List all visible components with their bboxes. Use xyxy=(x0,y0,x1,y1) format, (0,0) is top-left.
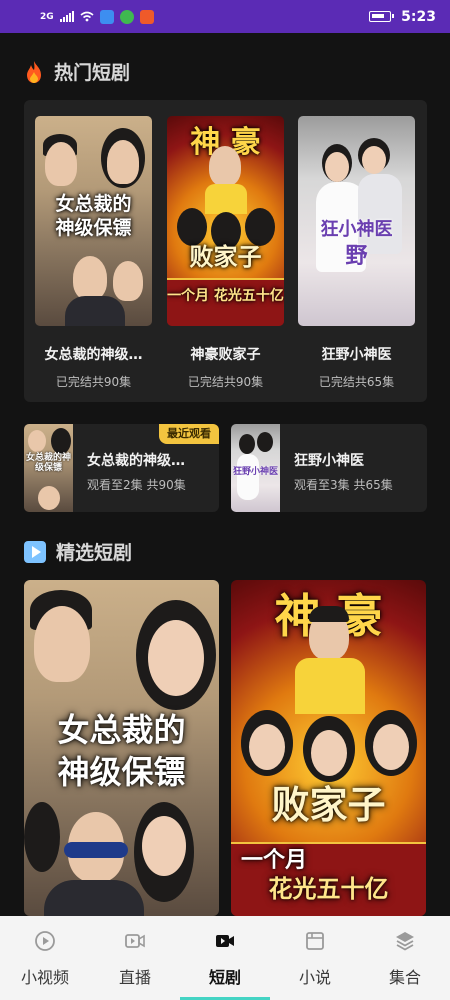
poster-title-line2: 败家子 xyxy=(189,243,262,271)
nav-label: 小视频 xyxy=(20,968,69,987)
bottom-navigation: 小视频 直播 短剧 小说 集合 xyxy=(0,916,450,1000)
nav-item-short-video[interactable]: 小视频 xyxy=(0,916,90,1000)
poster-title-line1: 狂小神医 xyxy=(320,219,393,240)
signal-icon xyxy=(59,11,74,22)
wechat-icon xyxy=(119,9,134,24)
poster-subtitle: 一个月 花光五十亿 xyxy=(167,288,284,304)
drama-name[interactable]: 狂野小神医 xyxy=(298,344,415,364)
featured-poster-title-line1: 女总裁的 xyxy=(57,711,186,749)
recent-thumbnail[interactable]: 狂野小神医 xyxy=(231,424,280,512)
hot-drama-card[interactable]: 女总裁的 神级保镖 女总裁的神级… 已完结共90集 xyxy=(35,116,152,390)
thumbnail-title: 女总裁的神级保镖 xyxy=(25,453,71,473)
network-type: 2G xyxy=(40,11,54,22)
shield-app-icon xyxy=(99,9,114,24)
poster-figure xyxy=(249,724,285,770)
poster-figure xyxy=(205,184,247,214)
poster-title-line2: 神级保镖 xyxy=(55,217,132,239)
nav-item-short-drama[interactable]: 短剧 xyxy=(180,916,270,1000)
poster-figure xyxy=(148,620,204,696)
battery-icon xyxy=(369,11,395,22)
hot-drama-card[interactable]: 狂小神医 野 狂野小神医 已完结共65集 xyxy=(298,116,415,390)
short-drama-icon xyxy=(216,935,234,947)
book-icon xyxy=(306,932,324,950)
poster-figure xyxy=(325,152,349,182)
poster-figure xyxy=(64,842,128,858)
app-notification-icon xyxy=(139,9,154,24)
poster-figure xyxy=(34,606,90,682)
recent-watch-card[interactable]: 女总裁的神级保镖 女总裁的神级… 观看至2集 共90集 最近观看 xyxy=(24,424,219,512)
drama-poster[interactable]: 狂小神医 野 xyxy=(298,116,415,326)
poster-figure xyxy=(209,146,241,186)
recent-drama-name[interactable]: 狂野小神医 xyxy=(294,450,364,470)
nav-label: 短剧 xyxy=(208,968,241,987)
poster-figure xyxy=(107,140,139,184)
featured-poster-subtitle2: 花光五十亿 xyxy=(268,875,389,903)
drama-poster[interactable]: 神 豪 败家子 一个月 花光五十亿 xyxy=(167,116,284,326)
drama-name[interactable]: 女总裁的神级… xyxy=(35,344,152,364)
poster-figure xyxy=(362,146,386,174)
poster-figure xyxy=(73,256,107,300)
poster-title-line1: 女总裁的 xyxy=(55,193,132,215)
recent-watch-card[interactable]: 狂野小神医 狂野小神医 观看至3集 共65集 xyxy=(231,424,427,512)
featured-section-header: 精选短剧 xyxy=(24,538,132,565)
poster-figure xyxy=(245,208,275,246)
poster-figure xyxy=(51,428,71,454)
nav-item-novel[interactable]: 小说 xyxy=(270,916,360,1000)
thumbnail-title: 狂野小神医 xyxy=(232,467,278,477)
play-circle-icon xyxy=(35,931,55,951)
live-camera-icon xyxy=(125,934,145,948)
poster-figure xyxy=(239,434,255,454)
hot-drama-card[interactable]: 神 豪 败家子 一个月 花光五十亿 神豪败家子 已完结共90集 xyxy=(167,116,284,390)
drama-episode-info: 已完结共65集 xyxy=(318,375,395,389)
nav-label: 小说 xyxy=(298,968,331,987)
status-right: 5:23 xyxy=(369,9,436,25)
hot-section-title: 热门短剧 xyxy=(54,62,131,84)
fire-icon xyxy=(27,60,41,83)
poster-figure xyxy=(44,880,144,916)
poster-figure xyxy=(311,730,347,776)
drama-episode-info: 已完结共90集 xyxy=(55,375,132,389)
nav-label: 直播 xyxy=(118,968,151,987)
featured-poster-title-line2: 神级保镖 xyxy=(57,753,186,791)
featured-section-title: 精选短剧 xyxy=(56,542,133,564)
drama-episode-info: 已完结共90集 xyxy=(187,375,264,389)
status-bar: 2G 5:23 xyxy=(0,0,450,33)
wifi-icon xyxy=(80,11,94,22)
recent-thumbnail[interactable]: 女总裁的神级保镖 xyxy=(24,424,73,512)
nav-item-live[interactable]: 直播 xyxy=(90,916,180,1000)
featured-poster-title-line2: 败家子 xyxy=(271,783,386,827)
poster-figure xyxy=(28,430,46,452)
recent-progress: 观看至2集 共90集 xyxy=(87,478,186,492)
layers-icon xyxy=(396,932,414,951)
featured-drama-card[interactable]: 女总裁的 神级保镖 xyxy=(24,580,219,916)
poster-figure xyxy=(65,296,125,326)
featured-poster-subtitle1: 一个月 xyxy=(241,848,308,873)
poster-figure xyxy=(38,486,60,510)
drama-poster[interactable]: 女总裁的 神级保镖 xyxy=(35,116,152,326)
play-icon xyxy=(24,540,46,563)
hot-section-header: 热门短剧 xyxy=(24,58,130,85)
featured-drama-card[interactable]: 神 豪 败家子 一个月 花光五十亿 xyxy=(231,580,426,916)
nav-label: 集合 xyxy=(388,968,421,987)
poster-figure xyxy=(45,142,77,186)
poster-figure xyxy=(309,606,349,622)
poster-figure xyxy=(358,174,402,254)
poster-figure xyxy=(142,816,186,876)
poster-figure xyxy=(24,802,60,872)
nav-item-collection[interactable]: 集合 xyxy=(360,916,450,1000)
poster-figure xyxy=(113,261,143,301)
recently-watched-badge: 最近观看 xyxy=(159,424,219,444)
poster-figure xyxy=(295,658,365,714)
hot-drama-panel: 女总裁的 神级保镖 女总裁的神级… 已完结共90集 神 豪 败家子 一个月 花光… xyxy=(24,100,427,402)
recent-progress: 观看至3集 共65集 xyxy=(294,478,393,492)
poster-figure xyxy=(257,432,273,452)
poster-figure xyxy=(177,208,207,246)
poster-figure xyxy=(373,724,409,770)
poster-title-line2: 野 xyxy=(345,244,368,269)
clock: 5:23 xyxy=(401,8,436,25)
drama-name[interactable]: 神豪败家子 xyxy=(167,344,284,364)
status-left: 2G xyxy=(40,9,154,24)
recent-drama-name[interactable]: 女总裁的神级… xyxy=(87,450,185,470)
